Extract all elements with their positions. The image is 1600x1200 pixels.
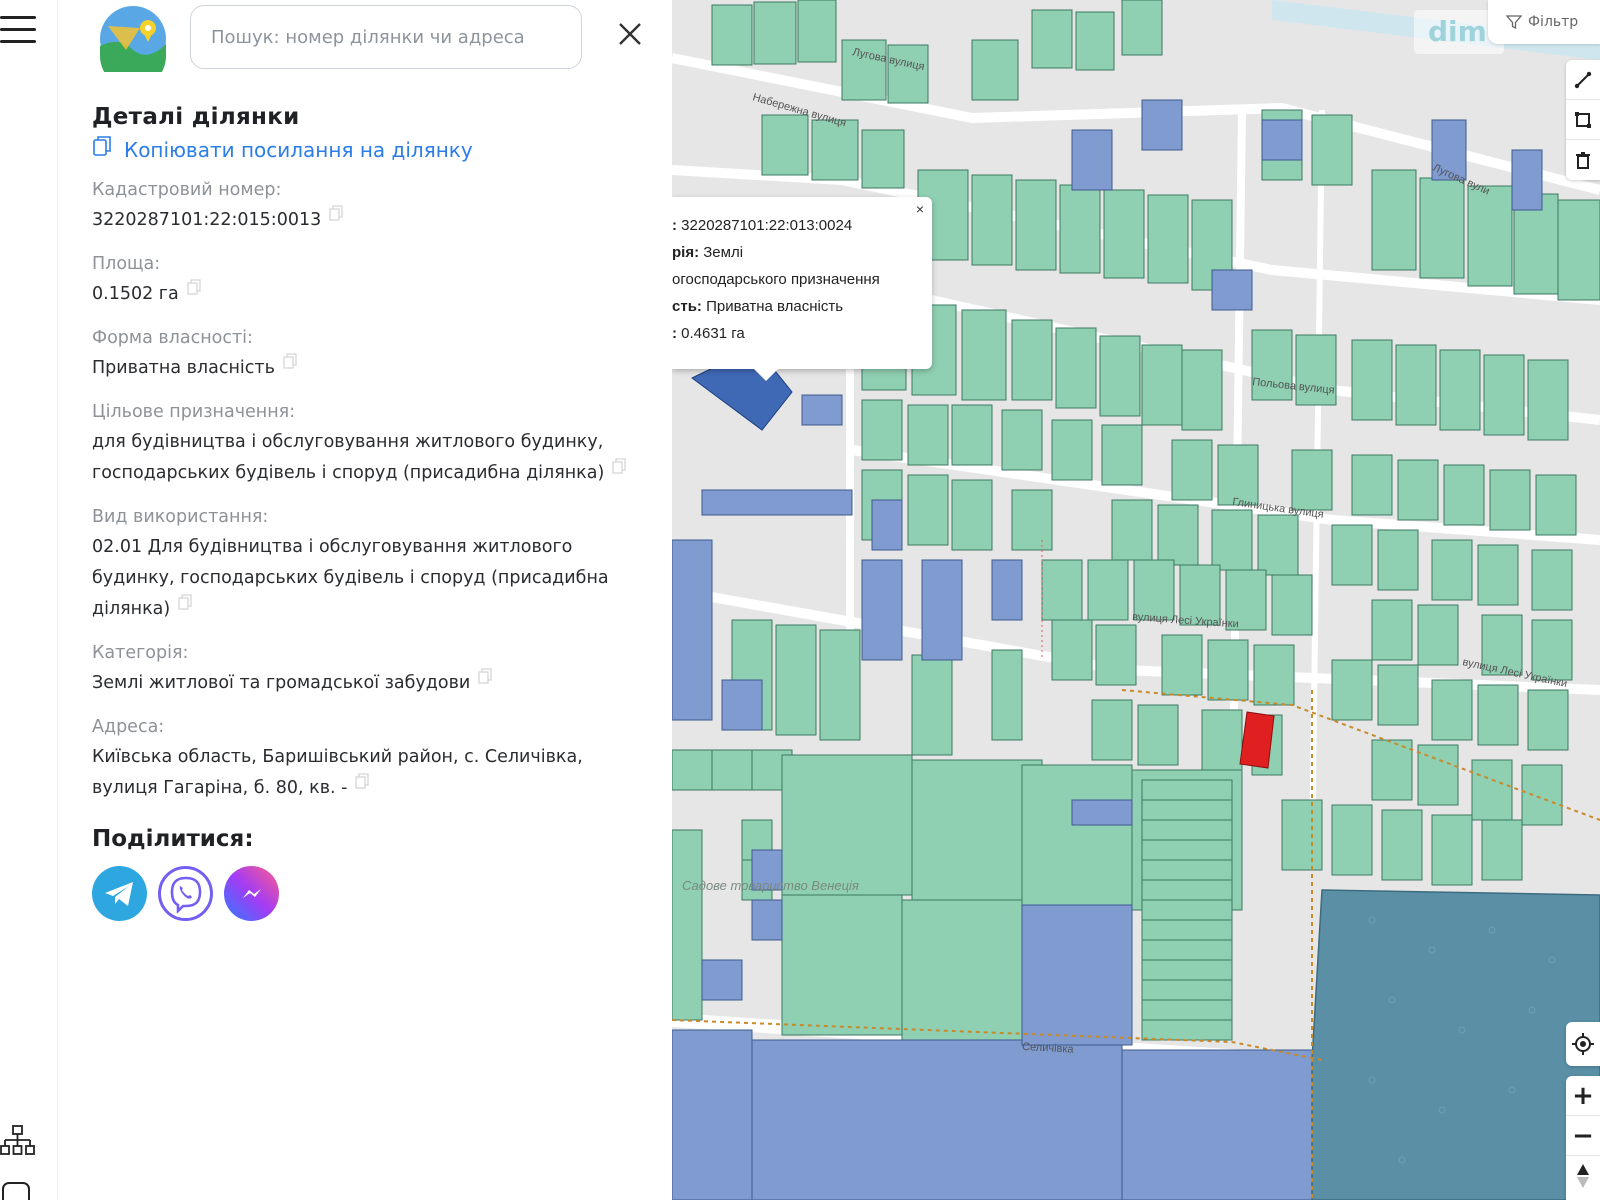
- filter-label: Фільтр: [1528, 14, 1579, 30]
- messenger-share-button[interactable]: [224, 866, 279, 921]
- compass-icon: [1577, 1164, 1589, 1188]
- field-label: Вид використання:: [92, 507, 269, 527]
- details-panel: Деталі ділянки Копіювати посилання на ді…: [58, 0, 672, 1200]
- field-label: Категорія:: [92, 643, 189, 663]
- messenger-icon: [242, 888, 261, 898]
- copy-value-icon[interactable]: [612, 458, 626, 474]
- parcel-popup: × : 3220287101:22:013:0024 рія: Землі ог…: [672, 197, 932, 369]
- filter-button[interactable]: Фільтр: [1488, 0, 1600, 44]
- field-value: Землі житлової та громадської забудови: [92, 673, 471, 693]
- viber-icon: [170, 876, 201, 913]
- street-label: Садове товариство Венеція: [682, 878, 859, 893]
- popup-line: рія: Землі: [672, 239, 932, 266]
- field-value-wrap: 02.01 Для будівництва і обслуговування ж…: [92, 532, 652, 625]
- field-value-wrap: 0.1502 га: [92, 279, 652, 310]
- zoom-out-button[interactable]: −: [1566, 1116, 1600, 1156]
- menu-icon[interactable]: [0, 14, 40, 48]
- cadastral-map[interactable]: Лугова вулиця Набережна вулиця Лугова ву…: [672, 0, 1600, 1200]
- parcel-details: Деталі ділянки Копіювати посилання на ді…: [92, 104, 652, 921]
- popup-value: 0.4631 га: [677, 325, 745, 342]
- copy-icon: [93, 136, 111, 156]
- filter-icon: [1506, 15, 1522, 30]
- field-value-wrap: 3220287101:22:015:0013: [92, 205, 652, 236]
- popup-line: : 3220287101:22:013:0024: [672, 212, 932, 239]
- delete-drawing-button[interactable]: [1566, 140, 1600, 180]
- crosshair-icon: [1572, 1033, 1594, 1055]
- draw-polygon-button[interactable]: [1566, 100, 1600, 140]
- search-input[interactable]: [190, 5, 582, 69]
- popup-key: рія:: [672, 244, 700, 261]
- field-label: Адреса:: [92, 717, 165, 737]
- map-canvas[interactable]: Лугова вулиця Набережна вулиця Лугова ву…: [672, 0, 1600, 1200]
- field-value: 0.1502 га: [92, 284, 179, 304]
- copy-value-icon[interactable]: [187, 279, 201, 295]
- share-title: Поділитися:: [92, 826, 254, 852]
- field-cadastral: Кадастровий номер: 3220287101:22:015:001…: [92, 178, 652, 236]
- app-logo: [100, 6, 166, 72]
- measure-line-button[interactable]: [1566, 60, 1600, 100]
- field-value-wrap: Землі житлової та громадської забудови: [92, 668, 652, 699]
- copy-link-button[interactable]: Копіювати посилання на ділянку: [92, 136, 652, 162]
- popup-close-button[interactable]: ×: [916, 201, 924, 217]
- copy-value-icon[interactable]: [329, 205, 343, 221]
- copy-value-icon[interactable]: [355, 773, 370, 789]
- close-icon[interactable]: [614, 18, 646, 50]
- field-value: для будівництва і обслуговування житлово…: [92, 432, 605, 483]
- zoom-controls: + −: [1566, 1076, 1600, 1200]
- popup-value: огосподарського призначення: [672, 271, 880, 288]
- popup-value: Землі: [699, 244, 744, 261]
- sitemap-icon[interactable]: [0, 1124, 36, 1160]
- field-ownership: Форма власності: Приватна власність: [92, 326, 652, 384]
- popup-line: огосподарського призначення: [672, 266, 932, 293]
- copy-value-icon[interactable]: [283, 353, 297, 369]
- field-value-wrap: Київська область, Баришівський район, с.…: [92, 742, 652, 804]
- reset-north-button[interactable]: [1566, 1156, 1600, 1196]
- field-value: 3220287101:22:015:0013: [92, 210, 322, 230]
- copy-link-label: Копіювати посилання на ділянку: [124, 138, 473, 162]
- copy-value-icon[interactable]: [178, 594, 192, 610]
- field-purpose: Цільове призначення: для будівництва і о…: [92, 400, 652, 489]
- app-root: Деталі ділянки Копіювати посилання на ді…: [0, 0, 1600, 1200]
- draw-tools: [1566, 60, 1600, 180]
- field-label: Площа:: [92, 254, 161, 274]
- details-title: Деталі ділянки: [92, 104, 300, 130]
- copy-value-icon[interactable]: [478, 668, 492, 684]
- polygon-icon: [1575, 111, 1591, 128]
- line-icon: [1574, 71, 1592, 88]
- viber-share-button[interactable]: [158, 866, 213, 921]
- popup-pointer: [754, 369, 778, 381]
- telegram-share-button[interactable]: [92, 866, 147, 921]
- popup-line: сть: Приватна власність: [672, 293, 932, 320]
- popup-value: Приватна власність: [701, 298, 844, 315]
- field-value-wrap: для будівництва і обслуговування житлово…: [92, 427, 652, 489]
- popup-line: : 0.4631 га: [672, 320, 932, 347]
- telegram-icon: [104, 881, 133, 906]
- field-value: Київська область, Баришівський район, с.…: [92, 747, 583, 798]
- field-label: Форма власності:: [92, 328, 253, 348]
- field-usage: Вид використання: 02.01 Для будівництва …: [92, 505, 652, 625]
- field-value: Приватна власність: [92, 358, 275, 378]
- field-area: Площа: 0.1502 га: [92, 252, 652, 310]
- trash-icon: [1576, 152, 1590, 169]
- popup-key: сть:: [672, 298, 702, 315]
- zoom-in-button[interactable]: +: [1566, 1076, 1600, 1116]
- left-rail: [0, 0, 58, 1200]
- field-value-wrap: Приватна власність: [92, 353, 652, 384]
- locate-button[interactable]: [1566, 1022, 1600, 1066]
- layers-icon[interactable]: [0, 1180, 36, 1200]
- field-category: Категорія: Землі житлової та громадської…: [92, 641, 652, 699]
- share-buttons: [92, 866, 652, 921]
- field-label: Цільове призначення:: [92, 402, 296, 422]
- field-value: 02.01 Для будівництва і обслуговування ж…: [92, 537, 609, 619]
- field-address: Адреса: Київська область, Баришівський р…: [92, 715, 652, 804]
- popup-value: 3220287101:22:013:0024: [677, 217, 853, 234]
- field-label: Кадастровий номер:: [92, 180, 282, 200]
